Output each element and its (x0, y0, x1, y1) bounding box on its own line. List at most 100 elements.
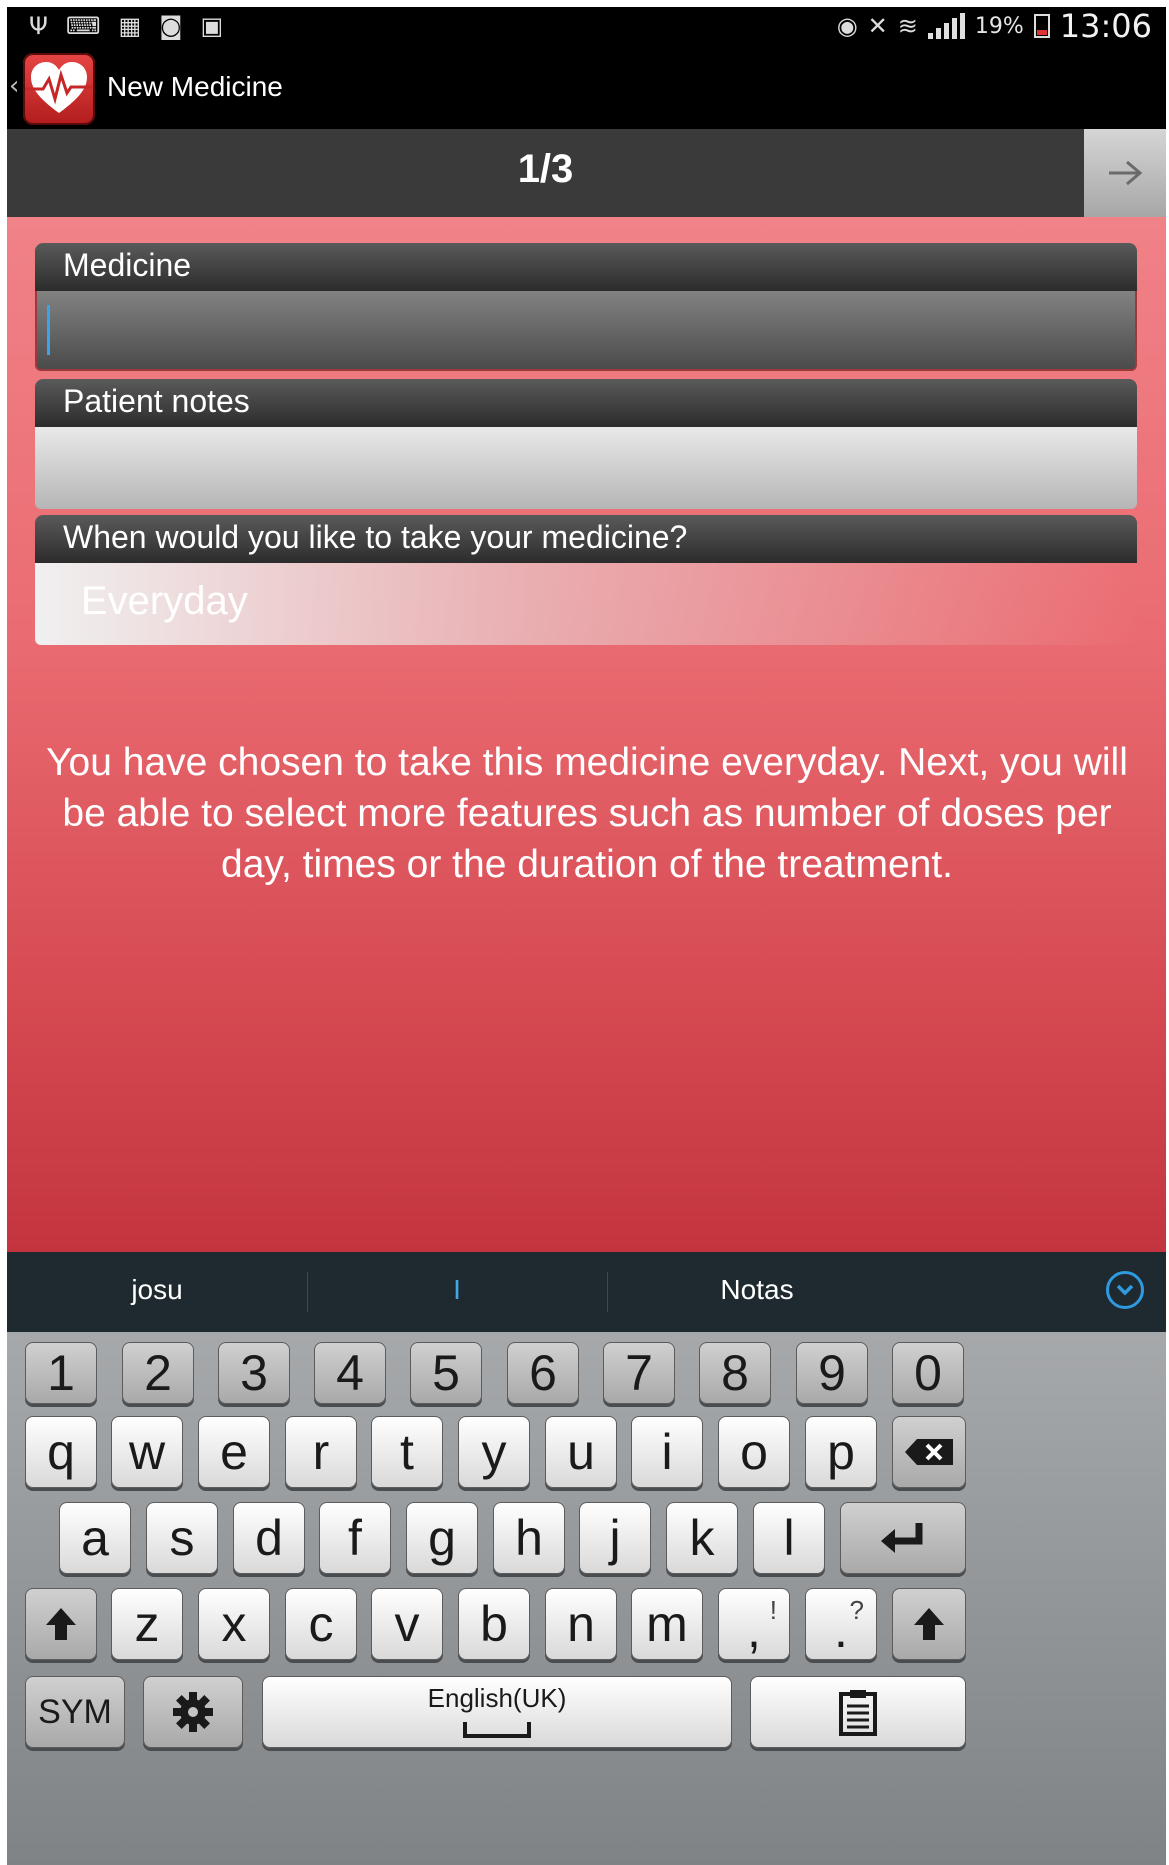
app-logo-icon[interactable] (23, 53, 95, 125)
key-t[interactable]: t (371, 1416, 443, 1488)
step-indicator: 1/3 (517, 147, 574, 191)
status-indicators: ◉ ✕ ≋ 19% 13:06 (837, 7, 1152, 45)
key-d[interactable]: d (233, 1502, 305, 1574)
key-g[interactable]: g (406, 1502, 478, 1574)
medicine-input[interactable] (35, 291, 1137, 371)
key-label: z (134, 1596, 160, 1652)
key-label: m (646, 1596, 688, 1652)
key-b[interactable]: b (458, 1588, 530, 1660)
key-label: s (169, 1510, 195, 1566)
suggestion-bar: josu I Notas (7, 1252, 1166, 1332)
key-f[interactable]: f (319, 1502, 391, 1574)
shift-icon (46, 1608, 76, 1640)
key-7[interactable]: 7 (603, 1342, 675, 1404)
text-cursor (47, 305, 50, 355)
schedule-select[interactable]: Everyday (35, 563, 1137, 645)
key-label: b (480, 1596, 508, 1652)
schedule-info-text: You have chosen to take this medicine ev… (46, 741, 1128, 886)
key-q[interactable]: q (25, 1416, 97, 1488)
key-p[interactable]: p (805, 1416, 877, 1488)
key-c[interactable]: c (285, 1588, 357, 1660)
chevron-down-icon (1116, 1284, 1134, 1296)
next-step-button[interactable] (1084, 129, 1166, 217)
battery-icon (1033, 14, 1050, 38)
key-label: x (221, 1596, 247, 1652)
key-comma[interactable]: , ! (718, 1588, 790, 1660)
key-s[interactable]: s (146, 1502, 218, 1574)
key-6[interactable]: 6 (507, 1342, 579, 1404)
key-i[interactable]: i (631, 1416, 703, 1488)
key-o[interactable]: o (718, 1416, 790, 1488)
space-language-label: English(UK) (427, 1683, 567, 1713)
key-e[interactable]: e (198, 1416, 270, 1488)
action-bar: ‹ New Medicine (7, 45, 1166, 129)
key-9[interactable]: 9 (796, 1342, 868, 1404)
key-sub-label: ! (769, 1595, 777, 1625)
clipboard-icon (839, 1690, 877, 1736)
usb-icon: Ψ (29, 12, 48, 40)
key-r[interactable]: r (285, 1416, 357, 1488)
key-4[interactable]: 4 (314, 1342, 386, 1404)
key-3[interactable]: 3 (218, 1342, 290, 1404)
key-z[interactable]: z (111, 1588, 183, 1660)
key-label: n (567, 1596, 595, 1652)
suggestion-right[interactable]: Notas (607, 1274, 907, 1306)
key-label: y (481, 1424, 507, 1480)
key-2[interactable]: 2 (122, 1342, 194, 1404)
shift-key-right[interactable] (892, 1588, 966, 1660)
shift-key-left[interactable] (25, 1588, 97, 1660)
key-0[interactable]: 0 (892, 1342, 964, 1404)
key-label: f (348, 1510, 362, 1566)
clipboard-key[interactable] (750, 1676, 966, 1748)
key-5[interactable]: 5 (410, 1342, 482, 1404)
key-label: v (394, 1596, 420, 1652)
status-notifications: Ψ ⌨ ▦ ◙ ▣ (29, 9, 223, 43)
backspace-key[interactable] (892, 1416, 966, 1488)
key-a[interactable]: a (59, 1502, 131, 1574)
enter-icon (881, 1523, 923, 1553)
mute-icon: ✕ (867, 12, 888, 40)
key-label: p (827, 1424, 855, 1480)
screenshot-icon: ◙ (159, 12, 183, 40)
settings-key[interactable] (143, 1676, 243, 1748)
key-label: w (128, 1424, 166, 1480)
key-label: u (567, 1424, 595, 1480)
settings-icon (173, 1692, 213, 1732)
schedule-label: When would you like to take your medicin… (35, 515, 1137, 563)
key-label: r (312, 1424, 330, 1480)
key-v[interactable]: v (371, 1588, 443, 1660)
key-k[interactable]: k (666, 1502, 738, 1574)
wifi-icon: ≋ (897, 12, 918, 40)
key-j[interactable]: j (579, 1502, 651, 1574)
key-8[interactable]: 8 (699, 1342, 771, 1404)
key-n[interactable]: n (545, 1588, 617, 1660)
status-bar: Ψ ⌨ ▦ ◙ ▣ ◉ ✕ ≋ 19% 13:06 (7, 7, 1166, 45)
key-label: t (400, 1424, 414, 1480)
key-x[interactable]: x (198, 1588, 270, 1660)
key-1[interactable]: 1 (25, 1342, 97, 1404)
back-icon[interactable]: ‹ (9, 71, 19, 101)
key-w[interactable]: w (111, 1416, 183, 1488)
space-key[interactable]: English(UK) (262, 1676, 732, 1748)
key-u[interactable]: u (545, 1416, 617, 1488)
key-label: j (609, 1510, 621, 1566)
expand-suggestions-button[interactable] (1106, 1271, 1144, 1309)
suggestion-left[interactable]: josu (7, 1274, 307, 1306)
patient-notes-input[interactable] (35, 427, 1137, 509)
enter-key[interactable] (840, 1502, 966, 1574)
battery-percent: 19% (974, 13, 1024, 39)
soft-keyboard: 1 2 3 4 5 6 7 8 9 0 q w e r t y u i o p … (7, 1332, 1166, 1865)
suggestion-middle[interactable]: I (307, 1274, 607, 1306)
sim-icon: ▦ (118, 12, 142, 40)
key-label: h (515, 1510, 543, 1566)
key-label: l (783, 1510, 795, 1566)
key-l[interactable]: l (753, 1502, 825, 1574)
schedule-selected-value: Everyday (81, 579, 248, 623)
key-m[interactable]: m (631, 1588, 703, 1660)
sym-key[interactable]: SYM (25, 1676, 125, 1748)
key-period[interactable]: . ? (805, 1588, 877, 1660)
key-h[interactable]: h (493, 1502, 565, 1574)
key-y[interactable]: y (458, 1416, 530, 1488)
key-label: . (834, 1602, 848, 1658)
key-sub-label: ? (849, 1595, 864, 1625)
